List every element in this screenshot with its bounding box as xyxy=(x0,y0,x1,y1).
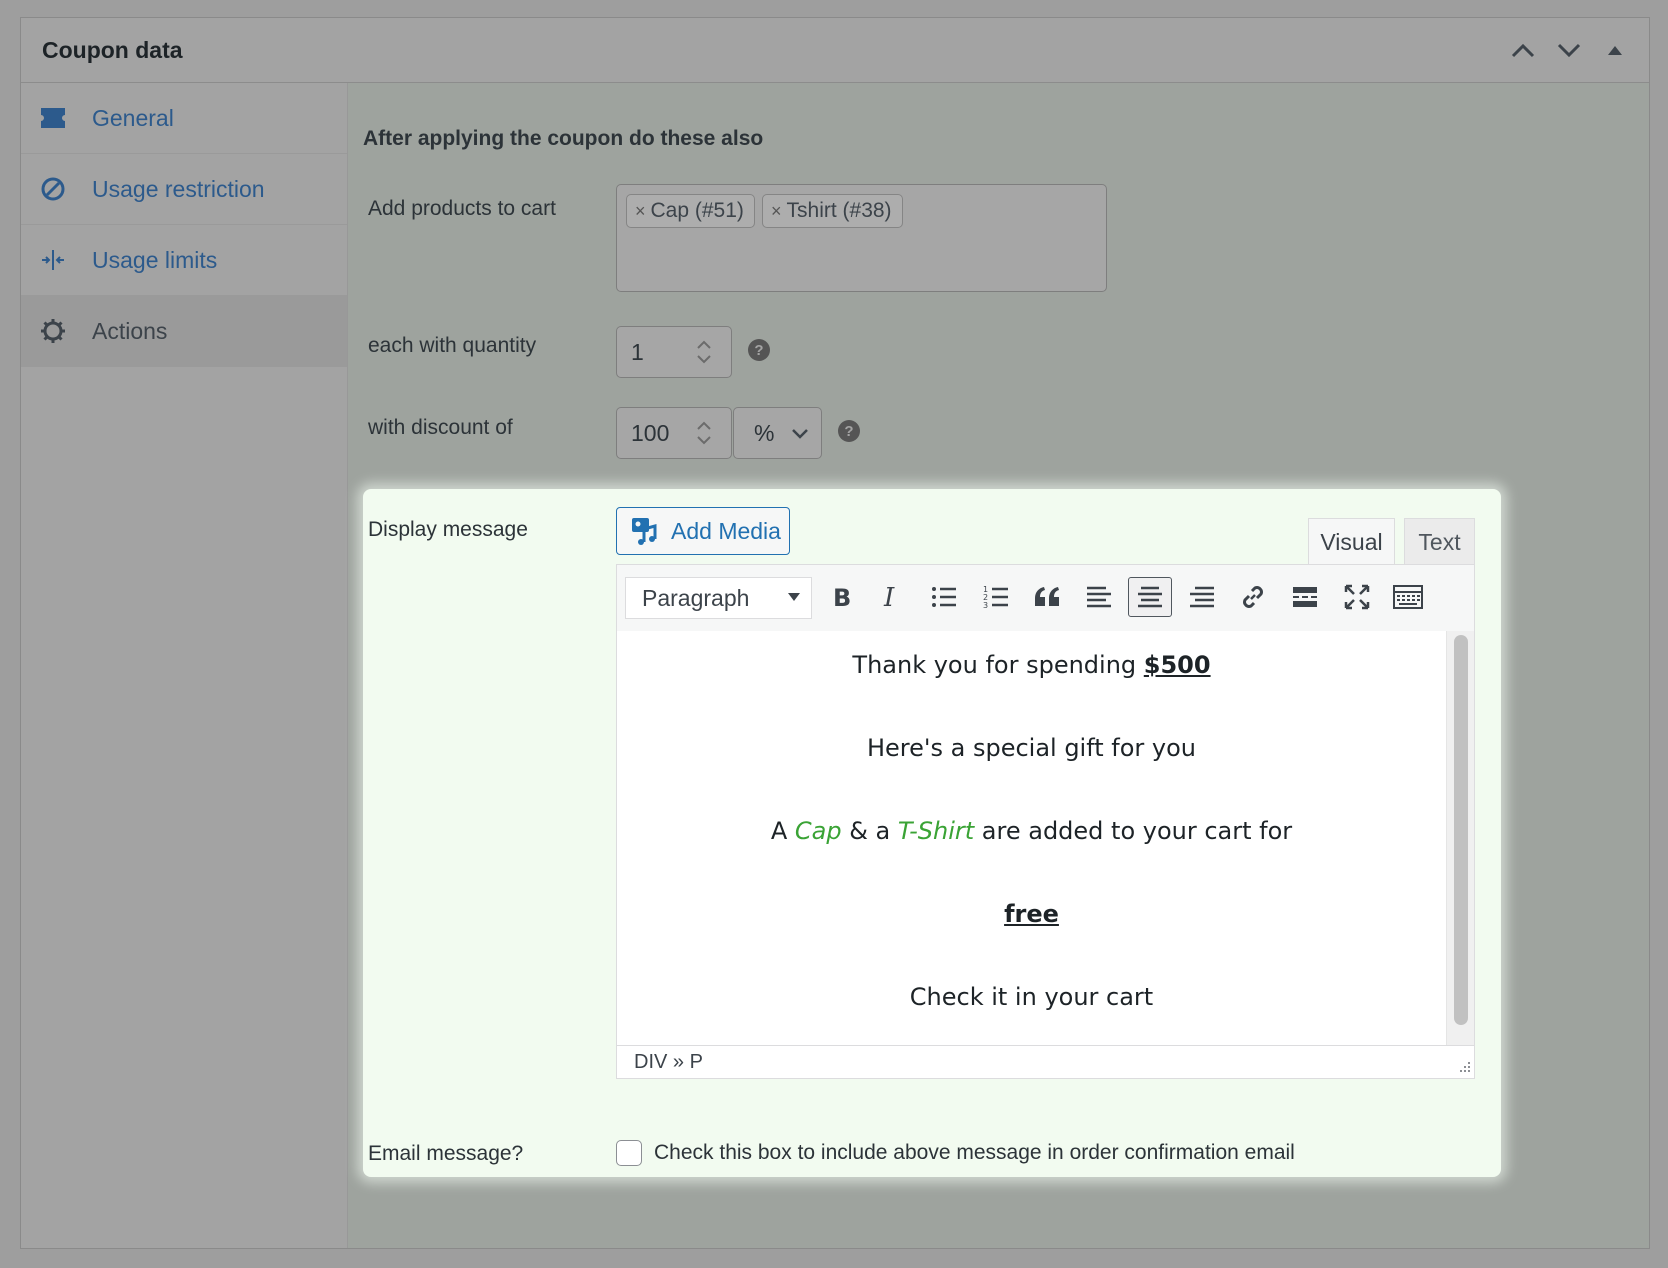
bold-icon[interactable]: B xyxy=(819,577,863,617)
message-line-4: free xyxy=(617,900,1446,928)
panel-title: Coupon data xyxy=(42,36,183,63)
message-product-tshirt: T-Shirt xyxy=(897,817,975,845)
product-chip-label: Cap (#51) xyxy=(650,199,744,222)
tab-visual[interactable]: Visual xyxy=(1308,518,1395,565)
element-path[interactable]: DIV » P xyxy=(634,1051,703,1074)
message-line-1: Thank you for spending $500 xyxy=(617,651,1446,679)
triangle-up-icon[interactable] xyxy=(1601,32,1629,68)
sidebar-item-general[interactable]: General xyxy=(21,83,347,154)
spinner-icon[interactable] xyxy=(691,337,717,367)
chevron-up-icon[interactable] xyxy=(1509,32,1537,68)
add-media-button[interactable]: Add Media xyxy=(616,507,790,555)
message-product-cap: Cap xyxy=(794,817,842,845)
help-icon[interactable]: ? xyxy=(838,420,860,442)
fullscreen-icon[interactable] xyxy=(1335,577,1379,617)
display-message-label: Display message xyxy=(368,518,528,541)
coupon-data-panel: Coupon data General Usage restriction Us… xyxy=(20,17,1650,1249)
help-icon[interactable]: ? xyxy=(748,339,770,361)
discount-label: with discount of xyxy=(368,416,513,439)
message-text: are added to your cart for xyxy=(974,817,1293,845)
italic-icon[interactable]: I xyxy=(870,577,914,617)
sidebar-item-label: General xyxy=(92,104,174,131)
email-message-label: Email message? xyxy=(368,1142,524,1165)
align-left-icon[interactable] xyxy=(1077,577,1121,617)
svg-text:3: 3 xyxy=(983,601,988,609)
email-checkbox[interactable] xyxy=(616,1140,642,1166)
sidebar-item-usage-restriction[interactable]: Usage restriction xyxy=(21,154,347,225)
blockquote-icon[interactable] xyxy=(1025,577,1069,617)
spinner-icon[interactable] xyxy=(691,418,717,448)
email-checkbox-label[interactable]: Check this box to include above message … xyxy=(654,1141,1295,1165)
arrows-in-icon xyxy=(36,247,70,273)
panel-header: Coupon data xyxy=(21,18,1649,83)
keyboard-icon[interactable] xyxy=(1386,577,1430,617)
chevron-down-icon[interactable] xyxy=(1555,32,1583,68)
format-select[interactable]: Paragraph xyxy=(625,577,812,619)
discount-input[interactable]: 100 xyxy=(616,407,732,459)
editor-toolbar: Paragraph B I 123 xyxy=(617,565,1474,632)
editor-scrollbar[interactable] xyxy=(1446,631,1474,1046)
products-select[interactable]: × Cap (#51) × Tshirt (#38) xyxy=(616,184,1107,292)
scrollbar-thumb[interactable] xyxy=(1454,635,1468,1025)
message-text: Thank you for spending xyxy=(852,651,1144,679)
link-icon[interactable] xyxy=(1231,577,1275,617)
message-text: A xyxy=(770,817,795,845)
svg-text:B: B xyxy=(833,585,851,609)
tab-text[interactable]: Text xyxy=(1404,518,1475,565)
align-center-icon[interactable] xyxy=(1128,577,1172,617)
caret-down-icon xyxy=(788,593,800,601)
sidebar-item-label: Usage restriction xyxy=(92,175,265,202)
add-products-label: Add products to cart xyxy=(368,197,556,220)
message-section: Display message Add Media Visual Text Pa… xyxy=(363,489,1501,1177)
read-more-icon[interactable] xyxy=(1283,577,1327,617)
editor-statusbar: DIV » P xyxy=(617,1045,1474,1078)
message-line-3: A Cap & a T-Shirt are added to your cart… xyxy=(617,817,1446,845)
resize-handle-icon[interactable] xyxy=(1457,1061,1471,1075)
quantity-value: 1 xyxy=(631,338,644,365)
section-heading: After applying the coupon do these also xyxy=(363,127,764,150)
product-chip: × Tshirt (#38) xyxy=(762,194,903,228)
message-text: & a xyxy=(841,817,898,845)
sidebar: General Usage restriction Usage limits A… xyxy=(21,83,348,1248)
bullet-list-icon[interactable] xyxy=(922,577,966,617)
message-line-2: Here's a special gift for you xyxy=(866,734,1197,762)
discount-type-select[interactable]: % xyxy=(733,407,822,459)
svg-text:I: I xyxy=(883,585,895,609)
product-chip: × Cap (#51) xyxy=(626,194,755,228)
remove-icon[interactable]: × xyxy=(771,201,782,222)
media-icon xyxy=(631,517,659,545)
message-editor: Paragraph B I 123 Thank you for spending… xyxy=(616,564,1475,1079)
editor-content[interactable]: Thank you for spending $500 Here's a spe… xyxy=(617,631,1446,1046)
discount-value: 100 xyxy=(631,419,670,446)
format-value: Paragraph xyxy=(642,584,750,611)
discount-type-value: % xyxy=(754,419,775,446)
add-media-label: Add Media xyxy=(671,517,781,544)
quantity-input[interactable]: 1 xyxy=(616,326,732,378)
sidebar-item-actions[interactable]: Actions xyxy=(21,296,347,367)
sidebar-item-label: Actions xyxy=(92,317,168,344)
numbered-list-icon[interactable]: 123 xyxy=(974,577,1018,617)
message-line-5: Check it in your cart xyxy=(909,983,1154,1011)
remove-icon[interactable]: × xyxy=(635,201,646,222)
message-free: free xyxy=(1004,900,1059,928)
gear-icon xyxy=(36,318,70,344)
message-amount: $500 xyxy=(1143,651,1211,679)
actions-panel: After applying the coupon do these also … xyxy=(348,83,1649,1248)
sidebar-item-label: Usage limits xyxy=(92,246,218,273)
ticket-icon xyxy=(36,107,70,129)
sidebar-item-usage-limits[interactable]: Usage limits xyxy=(21,225,347,296)
ban-icon xyxy=(36,176,70,202)
product-chip-label: Tshirt (#38) xyxy=(786,199,892,222)
quantity-label: each with quantity xyxy=(368,334,537,357)
align-right-icon[interactable] xyxy=(1180,577,1224,617)
chevron-down-icon xyxy=(792,429,808,439)
